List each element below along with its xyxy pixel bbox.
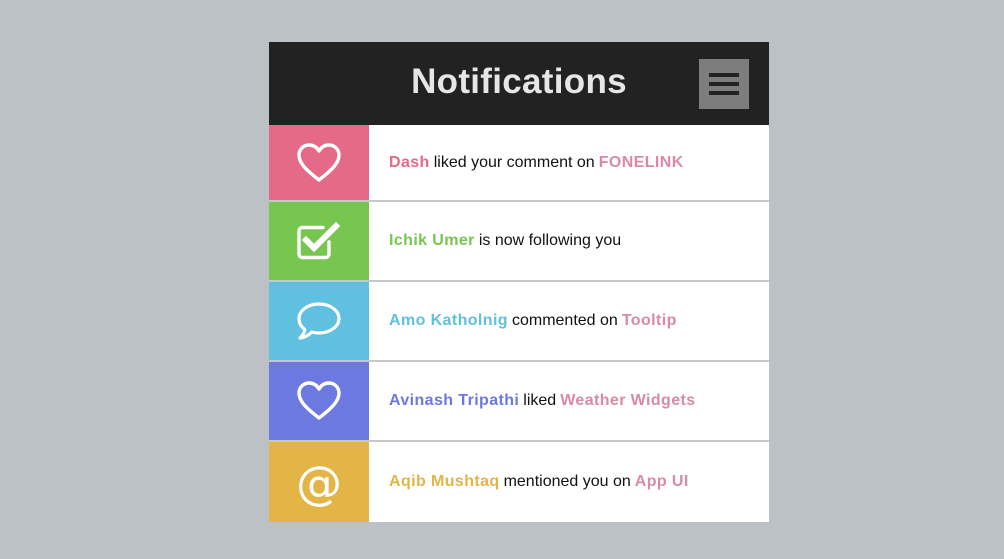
notification-icon-tile: @ [269, 442, 369, 522]
notification-text: Avinash Tripathi liked Weather Widgets [369, 362, 769, 440]
notification-icon-tile [269, 362, 369, 440]
notification-item[interactable]: @ Aqib Mushtaq mentioned you on App UI [269, 442, 769, 522]
notification-icon-tile [269, 282, 369, 360]
panel-header: Notifications [269, 42, 769, 125]
notification-action: liked [523, 392, 557, 409]
notification-text: Amo Katholnig commented on Tooltip [369, 282, 769, 360]
menu-button[interactable] [699, 59, 749, 109]
notification-actor-link[interactable]: Dash [389, 154, 430, 172]
page-title: Notifications [411, 62, 627, 101]
notification-target-link[interactable]: Tooltip [622, 312, 677, 330]
speech-bubble-icon [295, 300, 343, 342]
notification-item[interactable]: Ichik Umer is now following you [269, 202, 769, 282]
notification-target-link[interactable]: FONELINK [599, 154, 684, 172]
at-sign-icon: @ [296, 456, 342, 510]
notification-action: mentioned you on [503, 473, 631, 490]
checkbox-icon [296, 221, 342, 261]
notification-item[interactable]: Amo Katholnig commented on Tooltip [269, 282, 769, 362]
notification-icon-tile [269, 202, 369, 280]
notification-item[interactable]: Avinash Tripathi liked Weather Widgets [269, 362, 769, 442]
heart-icon [296, 142, 342, 184]
notification-text: Ichik Umer is now following you [369, 202, 769, 280]
notification-text: Dash liked your comment on FONELINK [369, 125, 769, 200]
notification-target-link[interactable]: Weather Widgets [560, 392, 695, 410]
notification-actor-link[interactable]: Avinash Tripathi [389, 392, 519, 410]
notification-actor-link[interactable]: Aqib Mushtaq [389, 473, 500, 491]
notification-target-link[interactable]: App UI [635, 473, 689, 491]
heart-icon [296, 380, 342, 422]
notification-text: Aqib Mushtaq mentioned you on App UI [369, 442, 769, 522]
notification-action: commented on [511, 312, 618, 329]
notification-actor-link[interactable]: Ichik Umer [389, 232, 475, 250]
notification-action: is now following you [478, 232, 622, 249]
notification-item[interactable]: Dash liked your comment on FONELINK [269, 125, 769, 202]
notification-actor-link[interactable]: Amo Katholnig [389, 312, 508, 330]
notifications-panel: Notifications Dash liked your comment on… [269, 42, 769, 522]
notification-action: liked your comment on [433, 153, 595, 171]
notification-icon-tile [269, 125, 369, 200]
